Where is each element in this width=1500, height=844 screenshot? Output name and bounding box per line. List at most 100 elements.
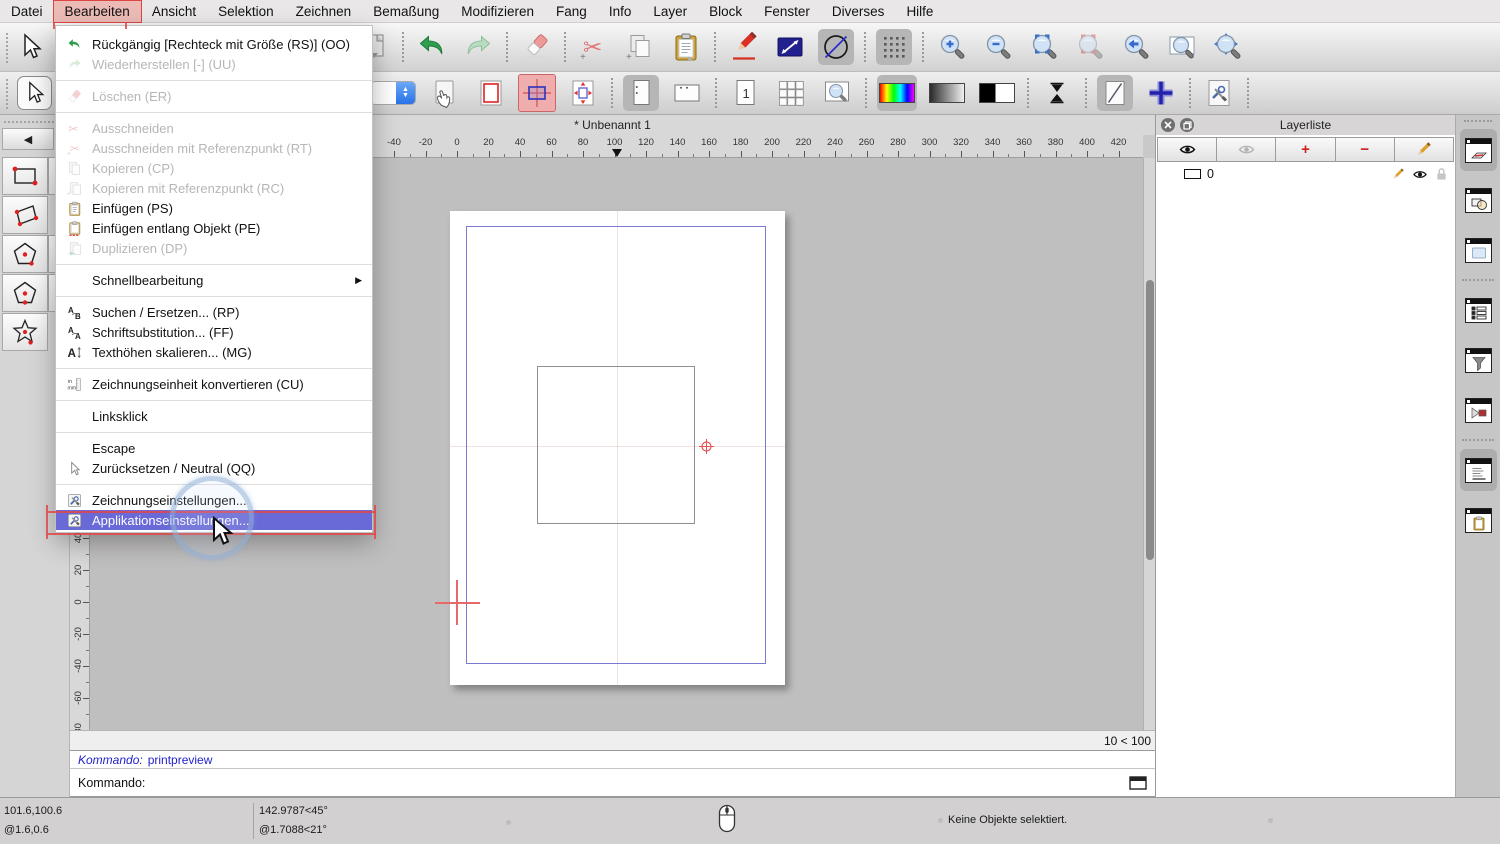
panel-layer-toggle[interactable] — [1460, 129, 1497, 171]
menubar-item-datei[interactable]: Datei — [0, 1, 54, 22]
grid-dots-button[interactable] — [876, 29, 912, 65]
zoom-in-button[interactable] — [934, 29, 970, 65]
palette-handle[interactable] — [4, 121, 62, 123]
page-slash-button[interactable] — [1097, 75, 1133, 111]
layer-plus-button[interactable]: + — [1276, 137, 1336, 162]
page-one-button[interactable]: 1 — [727, 75, 763, 111]
tool-rect-rotated-button[interactable] — [2, 196, 48, 234]
dimension-button[interactable] — [772, 29, 808, 65]
menu-item-escape[interactable]: Escape — [56, 438, 372, 458]
page-zoom-button[interactable] — [819, 75, 855, 111]
menubar-item-diverses[interactable]: Diverses — [821, 1, 896, 22]
page-grid-button[interactable] — [773, 75, 809, 111]
page-tools-button[interactable] — [1201, 75, 1237, 111]
zoom-auto-button[interactable] — [1210, 29, 1246, 65]
portrait-button[interactable] — [623, 75, 659, 111]
menu-item-einfügen-entlang-objekt-pe[interactable]: Einfügen entlang Objekt (PE) — [56, 218, 372, 238]
menu-item-ausschneiden[interactable]: ✂ Ausschneiden — [56, 118, 372, 138]
layer-eye-on-button[interactable] — [1157, 137, 1218, 162]
panel-command-toggle[interactable] — [1460, 449, 1497, 491]
zoom-out-button[interactable] — [980, 29, 1016, 65]
selection-tool-button[interactable] — [13, 29, 49, 65]
dock-handle[interactable] — [1464, 120, 1492, 122]
panel-projection-toggle[interactable] — [1460, 389, 1497, 431]
menu-item-wiederherstellen-uu[interactable]: Wiederherstellen [-] (UU) — [56, 54, 372, 74]
cut-button[interactable]: ✂ + — [576, 29, 612, 65]
tool-polygon-2-button[interactable] — [2, 274, 48, 312]
layer-visible-icon[interactable] — [1412, 168, 1428, 181]
menubar-item-ansicht[interactable]: Ansicht — [141, 1, 207, 22]
menubar-item-fenster[interactable]: Fenster — [753, 1, 821, 22]
menu-item-rückgängig-rechteck-mit-größe-rs-oo[interactable]: Rückgängig [Rechteck mit Größe (RS)] (OO… — [56, 34, 372, 54]
menu-item-kopieren-cp[interactable]: Kopieren (CP) — [56, 158, 372, 178]
eraser-button[interactable] — [518, 29, 554, 65]
palette-back-button[interactable]: ◀ — [2, 128, 54, 150]
menu-item-zurücksetzen-neutral-qq[interactable]: Zurücksetzen / Neutral (QQ) — [56, 458, 372, 478]
zoom-fit-button[interactable] — [1026, 29, 1062, 65]
fit-arrows-button[interactable] — [565, 75, 601, 111]
vertical-scrollbar[interactable] — [1143, 158, 1155, 730]
landscape-button[interactable] — [669, 75, 705, 111]
menubar-item-block[interactable]: Block — [698, 1, 753, 22]
horizontal-scroll-strip[interactable]: 10 < 100 — [70, 730, 1155, 750]
page-border-button[interactable] — [473, 75, 509, 111]
panel-filter-toggle[interactable] — [1460, 339, 1497, 381]
layer-row[interactable]: 0 — [1156, 165, 1455, 183]
layer-edit-icon[interactable] — [1391, 167, 1405, 181]
menubar-item-modifizieren[interactable]: Modifizieren — [450, 1, 545, 22]
zoom-prev-button[interactable] — [1118, 29, 1154, 65]
toolbar-handle[interactable] — [6, 33, 8, 63]
menubar-item-fang[interactable]: Fang — [545, 1, 598, 22]
zoom-window-button[interactable] — [1164, 29, 1200, 65]
hourglass-button[interactable] — [1039, 75, 1075, 111]
menubar-item-bemaßung[interactable]: Bemaßung — [362, 1, 450, 22]
menubar-item-layer[interactable]: Layer — [642, 1, 698, 22]
undo-button[interactable] — [414, 29, 450, 65]
gray-bar-button[interactable] — [927, 75, 967, 111]
menubar-item-info[interactable]: Info — [598, 1, 643, 22]
hand-page-button[interactable] — [427, 75, 463, 111]
menu-item-ausschneiden-mit-referenzpunkt-rt[interactable]: ✂ + Ausschneiden mit Referenzpunkt (RT) — [56, 138, 372, 158]
rectangle-entity[interactable] — [537, 366, 695, 524]
bw-bar-button[interactable] — [977, 75, 1017, 111]
panel-clipboard-toggle[interactable] — [1460, 499, 1497, 541]
menubar-item-hilfe[interactable]: Hilfe — [895, 1, 944, 22]
menu-item-texthöhen-skalieren-mg[interactable]: A Texthöhen skalieren... (MG) — [56, 342, 372, 362]
menu-item-schriftsubstitution-ff[interactable]: A A Schriftsubstitution... (FF) — [56, 322, 372, 342]
ellipse-button[interactable] — [818, 29, 854, 65]
zoom-selection-button[interactable] — [1072, 29, 1108, 65]
menu-item-einfügen-ps[interactable]: Einfügen (PS) — [56, 198, 372, 218]
layer-eye-off-button[interactable] — [1217, 137, 1277, 162]
panel-properties-toggle[interactable] — [1460, 289, 1497, 331]
menu-item-schnellbearbeitung[interactable]: Schnellbearbeitung ▶ — [56, 270, 372, 290]
layer-lock-icon[interactable] — [1435, 167, 1448, 181]
tool-polygon-1-button[interactable] — [2, 235, 48, 273]
menu-item-linksklick[interactable]: Linksklick — [56, 406, 372, 426]
tool-rect-size-button[interactable] — [2, 157, 48, 195]
panel-blocks-toggle[interactable] — [1460, 179, 1497, 221]
menu-item-löschen-er[interactable]: Löschen (ER) — [56, 86, 372, 106]
color-bar-button[interactable] — [877, 75, 917, 111]
vertical-scrollbar-thumb[interactable] — [1146, 280, 1154, 560]
menubar-item-zeichnen[interactable]: Zeichnen — [285, 1, 363, 22]
tool-star-button[interactable] — [2, 313, 48, 351]
redo-button[interactable] — [460, 29, 496, 65]
menubar-item-bearbeiten[interactable]: Bearbeiten — [52, 0, 142, 23]
toolbar-handle[interactable] — [6, 79, 8, 109]
layer-minus-button[interactable]: − — [1335, 137, 1395, 162]
menu-item-duplizieren-dp[interactable]: Duplizieren (DP) — [56, 238, 372, 258]
command-input[interactable]: Kommando: — [70, 768, 1155, 797]
layer-pencil-button[interactable] — [1394, 137, 1455, 162]
viewport-button[interactable] — [518, 74, 556, 112]
menu-item-zeichnungseinheit-konvertieren-cu[interactable]: in mm Zeichnungseinheit konvertieren (CU) — [56, 374, 372, 394]
copy-button[interactable]: + — [622, 29, 658, 65]
pencil-button[interactable] — [726, 29, 762, 65]
pointer-mode-button[interactable] — [17, 76, 52, 110]
menu-item-kopieren-mit-referenzpunkt-rc[interactable]: + Kopieren mit Referenzpunkt (RC) — [56, 178, 372, 198]
panel-library-toggle[interactable] — [1460, 229, 1497, 271]
menubar-item-selektion[interactable]: Selektion — [207, 1, 285, 22]
blue-plus-button[interactable] — [1143, 75, 1179, 111]
paste-button[interactable] — [668, 29, 704, 65]
menu-item-suchen-ersetzen-rp[interactable]: A B Suchen / Ersetzen... (RP) — [56, 302, 372, 322]
terminal-icon[interactable] — [1129, 775, 1147, 790]
